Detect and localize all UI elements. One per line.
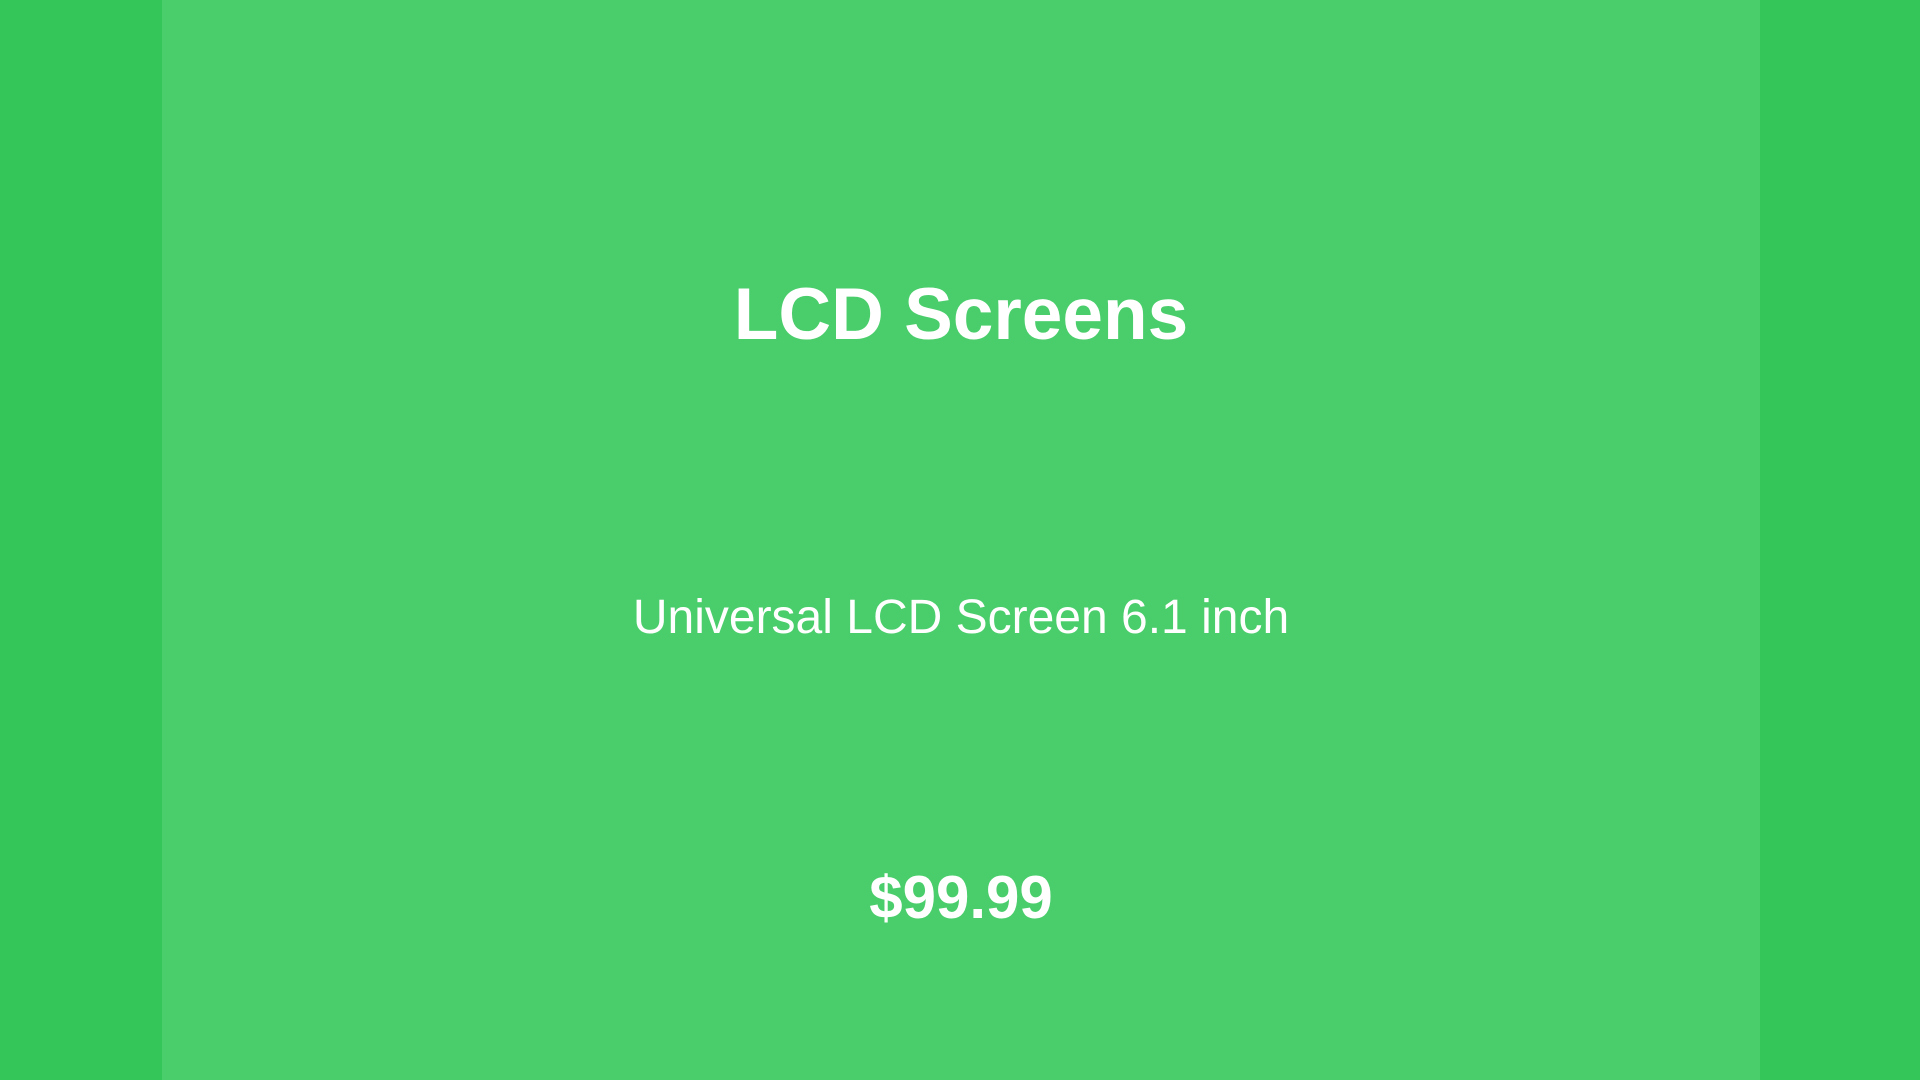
product-price: $99.99 [869,864,1053,931]
page: { "colors": { "background": "#34c659", "… [0,0,1920,1080]
product-description: Universal LCD Screen 6.1 inch [632,591,1290,644]
product-category-title: LCD Screens [733,274,1189,355]
product-card[interactable]: LCD Screens Universal LCD Screen 6.1 inc… [162,0,1760,1080]
